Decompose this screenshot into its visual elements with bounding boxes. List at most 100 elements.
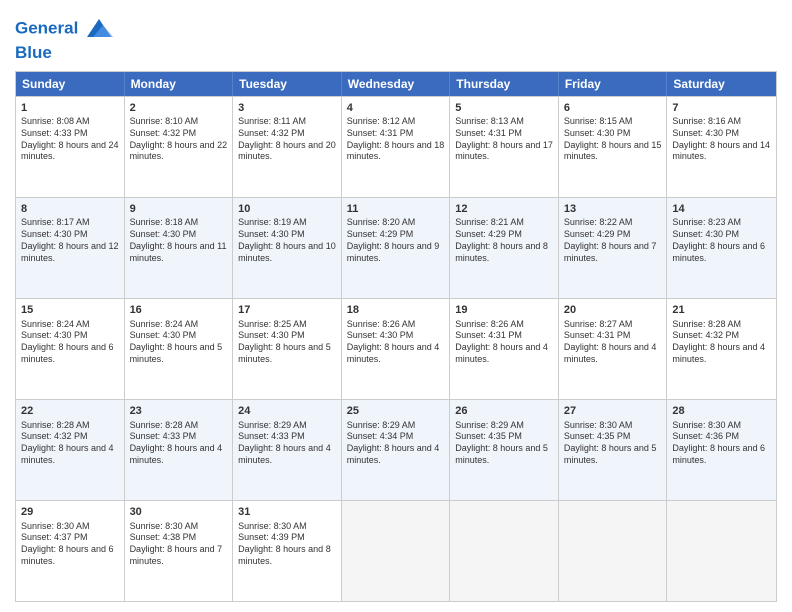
day-number: 11 bbox=[347, 202, 445, 217]
cell-info: Sunrise: 8:29 AMSunset: 4:34 PMDaylight:… bbox=[347, 420, 445, 467]
day-cell-22: 22 Sunrise: 8:28 AMSunset: 4:32 PMDaylig… bbox=[16, 400, 125, 500]
empty-cell bbox=[667, 501, 776, 601]
day-cell-4: 4 Sunrise: 8:12 AMSunset: 4:31 PMDayligh… bbox=[342, 97, 451, 197]
day-number: 29 bbox=[21, 505, 119, 520]
day-number: 8 bbox=[21, 202, 119, 217]
cell-info: Sunrise: 8:23 AMSunset: 4:30 PMDaylight:… bbox=[672, 217, 771, 264]
day-number: 30 bbox=[130, 505, 228, 520]
day-number: 17 bbox=[238, 303, 336, 318]
day-number: 14 bbox=[672, 202, 771, 217]
cell-info: Sunrise: 8:19 AMSunset: 4:30 PMDaylight:… bbox=[238, 217, 336, 264]
cell-info: Sunrise: 8:30 AMSunset: 4:37 PMDaylight:… bbox=[21, 521, 119, 568]
cell-info: Sunrise: 8:27 AMSunset: 4:31 PMDaylight:… bbox=[564, 319, 662, 366]
calendar-body: 1 Sunrise: 8:08 AMSunset: 4:33 PMDayligh… bbox=[16, 96, 776, 601]
day-cell-21: 21 Sunrise: 8:28 AMSunset: 4:32 PMDaylig… bbox=[667, 299, 776, 399]
cell-info: Sunrise: 8:12 AMSunset: 4:31 PMDaylight:… bbox=[347, 116, 445, 163]
header-cell-friday: Friday bbox=[559, 72, 668, 96]
cell-info: Sunrise: 8:29 AMSunset: 4:35 PMDaylight:… bbox=[455, 420, 553, 467]
day-cell-23: 23 Sunrise: 8:28 AMSunset: 4:33 PMDaylig… bbox=[125, 400, 234, 500]
day-number: 22 bbox=[21, 404, 119, 419]
day-number: 16 bbox=[130, 303, 228, 318]
calendar-row-3: 15 Sunrise: 8:24 AMSunset: 4:30 PMDaylig… bbox=[16, 298, 776, 399]
cell-info: Sunrise: 8:30 AMSunset: 4:38 PMDaylight:… bbox=[130, 521, 228, 568]
header-cell-thursday: Thursday bbox=[450, 72, 559, 96]
day-cell-18: 18 Sunrise: 8:26 AMSunset: 4:30 PMDaylig… bbox=[342, 299, 451, 399]
cell-info: Sunrise: 8:28 AMSunset: 4:32 PMDaylight:… bbox=[672, 319, 771, 366]
day-number: 9 bbox=[130, 202, 228, 217]
day-number: 1 bbox=[21, 101, 119, 116]
day-number: 2 bbox=[130, 101, 228, 116]
day-number: 4 bbox=[347, 101, 445, 116]
logo: General Blue bbox=[15, 15, 113, 63]
day-number: 7 bbox=[672, 101, 771, 116]
day-number: 6 bbox=[564, 101, 662, 116]
cell-info: Sunrise: 8:10 AMSunset: 4:32 PMDaylight:… bbox=[130, 116, 228, 163]
day-number: 23 bbox=[130, 404, 228, 419]
day-cell-1: 1 Sunrise: 8:08 AMSunset: 4:33 PMDayligh… bbox=[16, 97, 125, 197]
day-number: 20 bbox=[564, 303, 662, 318]
calendar-row-5: 29 Sunrise: 8:30 AMSunset: 4:37 PMDaylig… bbox=[16, 500, 776, 601]
cell-info: Sunrise: 8:11 AMSunset: 4:32 PMDaylight:… bbox=[238, 116, 336, 163]
day-cell-8: 8 Sunrise: 8:17 AMSunset: 4:30 PMDayligh… bbox=[16, 198, 125, 298]
cell-info: Sunrise: 8:26 AMSunset: 4:30 PMDaylight:… bbox=[347, 319, 445, 366]
logo-blue: Blue bbox=[15, 43, 113, 63]
cell-info: Sunrise: 8:26 AMSunset: 4:31 PMDaylight:… bbox=[455, 319, 553, 366]
day-cell-10: 10 Sunrise: 8:19 AMSunset: 4:30 PMDaylig… bbox=[233, 198, 342, 298]
calendar-row-1: 1 Sunrise: 8:08 AMSunset: 4:33 PMDayligh… bbox=[16, 96, 776, 197]
day-number: 18 bbox=[347, 303, 445, 318]
cell-info: Sunrise: 8:08 AMSunset: 4:33 PMDaylight:… bbox=[21, 116, 119, 163]
day-cell-25: 25 Sunrise: 8:29 AMSunset: 4:34 PMDaylig… bbox=[342, 400, 451, 500]
cell-info: Sunrise: 8:30 AMSunset: 4:35 PMDaylight:… bbox=[564, 420, 662, 467]
empty-cell bbox=[342, 501, 451, 601]
day-cell-3: 3 Sunrise: 8:11 AMSunset: 4:32 PMDayligh… bbox=[233, 97, 342, 197]
cell-info: Sunrise: 8:21 AMSunset: 4:29 PMDaylight:… bbox=[455, 217, 553, 264]
cell-info: Sunrise: 8:15 AMSunset: 4:30 PMDaylight:… bbox=[564, 116, 662, 163]
day-number: 24 bbox=[238, 404, 336, 419]
header-cell-sunday: Sunday bbox=[16, 72, 125, 96]
day-cell-27: 27 Sunrise: 8:30 AMSunset: 4:35 PMDaylig… bbox=[559, 400, 668, 500]
cell-info: Sunrise: 8:25 AMSunset: 4:30 PMDaylight:… bbox=[238, 319, 336, 366]
header-cell-wednesday: Wednesday bbox=[342, 72, 451, 96]
day-cell-26: 26 Sunrise: 8:29 AMSunset: 4:35 PMDaylig… bbox=[450, 400, 559, 500]
day-number: 19 bbox=[455, 303, 553, 318]
calendar-row-2: 8 Sunrise: 8:17 AMSunset: 4:30 PMDayligh… bbox=[16, 197, 776, 298]
day-number: 21 bbox=[672, 303, 771, 318]
header-cell-saturday: Saturday bbox=[667, 72, 776, 96]
calendar-row-4: 22 Sunrise: 8:28 AMSunset: 4:32 PMDaylig… bbox=[16, 399, 776, 500]
empty-cell bbox=[559, 501, 668, 601]
cell-info: Sunrise: 8:20 AMSunset: 4:29 PMDaylight:… bbox=[347, 217, 445, 264]
day-cell-24: 24 Sunrise: 8:29 AMSunset: 4:33 PMDaylig… bbox=[233, 400, 342, 500]
cell-info: Sunrise: 8:24 AMSunset: 4:30 PMDaylight:… bbox=[130, 319, 228, 366]
cell-info: Sunrise: 8:13 AMSunset: 4:31 PMDaylight:… bbox=[455, 116, 553, 163]
day-number: 26 bbox=[455, 404, 553, 419]
day-cell-31: 31 Sunrise: 8:30 AMSunset: 4:39 PMDaylig… bbox=[233, 501, 342, 601]
cell-info: Sunrise: 8:17 AMSunset: 4:30 PMDaylight:… bbox=[21, 217, 119, 264]
cell-info: Sunrise: 8:24 AMSunset: 4:30 PMDaylight:… bbox=[21, 319, 119, 366]
day-cell-7: 7 Sunrise: 8:16 AMSunset: 4:30 PMDayligh… bbox=[667, 97, 776, 197]
day-number: 12 bbox=[455, 202, 553, 217]
page: General Blue SundayMondayTuesdayWednesda… bbox=[0, 0, 792, 612]
empty-cell bbox=[450, 501, 559, 601]
cell-info: Sunrise: 8:22 AMSunset: 4:29 PMDaylight:… bbox=[564, 217, 662, 264]
cell-info: Sunrise: 8:16 AMSunset: 4:30 PMDaylight:… bbox=[672, 116, 771, 163]
day-cell-14: 14 Sunrise: 8:23 AMSunset: 4:30 PMDaylig… bbox=[667, 198, 776, 298]
cell-info: Sunrise: 8:18 AMSunset: 4:30 PMDaylight:… bbox=[130, 217, 228, 264]
header-cell-tuesday: Tuesday bbox=[233, 72, 342, 96]
day-number: 31 bbox=[238, 505, 336, 520]
day-cell-13: 13 Sunrise: 8:22 AMSunset: 4:29 PMDaylig… bbox=[559, 198, 668, 298]
day-cell-19: 19 Sunrise: 8:26 AMSunset: 4:31 PMDaylig… bbox=[450, 299, 559, 399]
day-cell-12: 12 Sunrise: 8:21 AMSunset: 4:29 PMDaylig… bbox=[450, 198, 559, 298]
calendar-header: SundayMondayTuesdayWednesdayThursdayFrid… bbox=[16, 72, 776, 96]
day-number: 5 bbox=[455, 101, 553, 116]
day-number: 28 bbox=[672, 404, 771, 419]
cell-info: Sunrise: 8:30 AMSunset: 4:39 PMDaylight:… bbox=[238, 521, 336, 568]
day-number: 15 bbox=[21, 303, 119, 318]
header-cell-monday: Monday bbox=[125, 72, 234, 96]
header: General Blue bbox=[15, 15, 777, 63]
day-cell-2: 2 Sunrise: 8:10 AMSunset: 4:32 PMDayligh… bbox=[125, 97, 234, 197]
logo-icon bbox=[85, 15, 113, 43]
day-cell-30: 30 Sunrise: 8:30 AMSunset: 4:38 PMDaylig… bbox=[125, 501, 234, 601]
day-cell-29: 29 Sunrise: 8:30 AMSunset: 4:37 PMDaylig… bbox=[16, 501, 125, 601]
day-number: 13 bbox=[564, 202, 662, 217]
day-cell-5: 5 Sunrise: 8:13 AMSunset: 4:31 PMDayligh… bbox=[450, 97, 559, 197]
